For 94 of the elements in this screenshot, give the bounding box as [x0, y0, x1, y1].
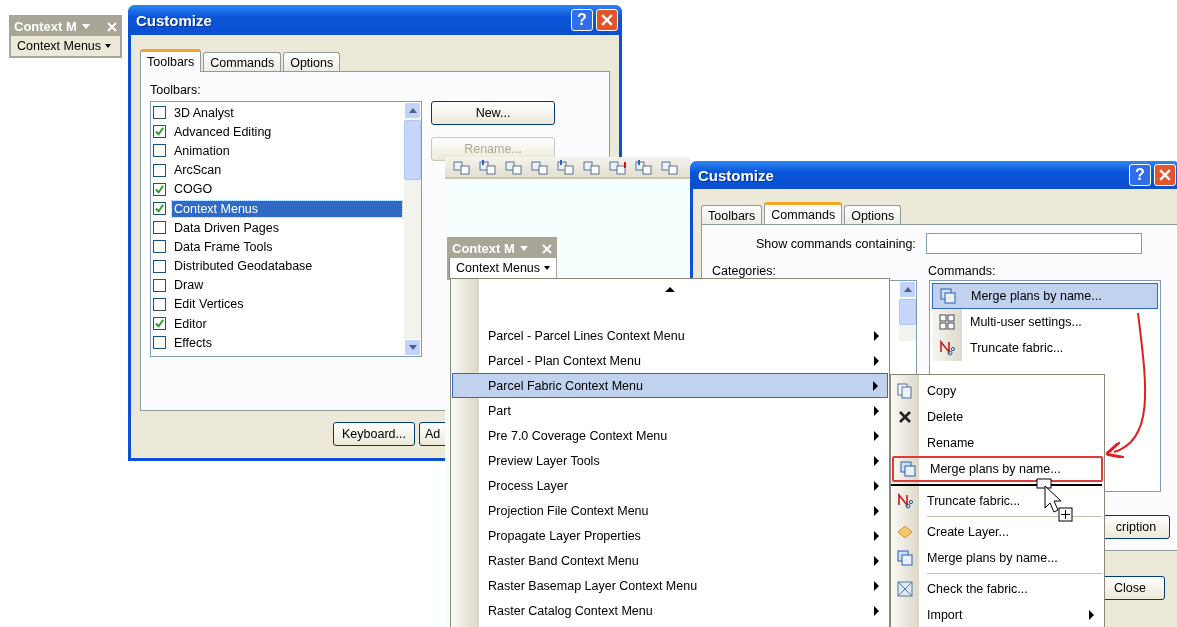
list-item[interactable]: COGO: [172, 181, 402, 198]
dialog-button[interactable]: Keyboard...: [333, 422, 415, 446]
menu-item[interactable]: Raster Catalog Context Menu: [452, 598, 888, 623]
scrollbar[interactable]: [899, 281, 916, 341]
menu-item[interactable]: Parcel Fabric Context Menu: [452, 373, 888, 398]
documents-icon[interactable]: [661, 159, 679, 175]
close-button[interactable]: [1154, 164, 1176, 186]
scrollbar[interactable]: [404, 102, 421, 356]
tab[interactable]: Options: [844, 205, 902, 224]
diamond-icon: [897, 524, 913, 540]
list-item[interactable]: Editor: [172, 315, 402, 332]
list-item[interactable]: Animation: [172, 142, 402, 159]
toolbar-title: Context M: [14, 19, 77, 34]
documents-icon[interactable]: [609, 159, 627, 175]
close-icon: [601, 14, 613, 26]
command-item[interactable]: Truncate fabric...: [932, 335, 1158, 361]
search-label: Show commands containing:: [756, 236, 916, 251]
context-menus-button[interactable]: Context Menus: [449, 258, 557, 278]
documents-icon[interactable]: [583, 159, 601, 175]
checkbox[interactable]: [153, 106, 166, 120]
x-icon: [897, 409, 913, 425]
menu-item[interactable]: Truncate fabric...: [891, 488, 1104, 514]
command-item[interactable]: Multi-user settings...: [932, 309, 1158, 335]
checkbox[interactable]: [153, 125, 166, 139]
menu-item[interactable]: Raster Basemap Layer Context Menu: [452, 573, 888, 598]
categories-label: Categories:: [712, 264, 777, 278]
tab[interactable]: Commands: [764, 202, 843, 225]
close-icon: [1159, 169, 1171, 181]
list-item[interactable]: Advanced Editing: [172, 123, 402, 140]
stacked-squares-icon: [897, 550, 913, 566]
scroll-up-arrow[interactable]: [665, 287, 675, 292]
window-title: Customize: [698, 166, 775, 184]
window-title: Customize: [136, 11, 213, 29]
list-item[interactable]: Draw: [172, 277, 402, 294]
documents-icon[interactable]: [557, 159, 575, 175]
checkbox[interactable]: [153, 163, 166, 177]
checkbox[interactable]: [153, 259, 166, 273]
documents-icon[interactable]: [531, 159, 549, 175]
tab[interactable]: Toolbars: [701, 205, 763, 224]
checkbox[interactable]: [153, 182, 166, 196]
list-item[interactable]: ArcScan: [172, 162, 402, 179]
menu-item[interactable]: Parcel - Parcel Lines Context Menu: [452, 323, 888, 348]
documents-icon[interactable]: [505, 159, 523, 175]
checkbox[interactable]: [153, 144, 166, 158]
menu-item[interactable]: Process Layer: [452, 473, 888, 498]
dialog-button[interactable]: New...: [431, 101, 555, 125]
command-item[interactable]: Merge plans by name...: [932, 283, 1158, 309]
menu-item[interactable]: Delete: [891, 404, 1104, 430]
documents-icon[interactable]: [453, 159, 471, 175]
menu-item[interactable]: Copy: [891, 378, 1104, 404]
checkbox[interactable]: [153, 240, 166, 254]
checkbox[interactable]: [153, 336, 166, 350]
list-item[interactable]: Context Menus: [172, 200, 402, 217]
list-item[interactable]: Effects: [172, 334, 402, 351]
menu-item[interactable]: Parcel - Plan Context Menu: [452, 348, 888, 373]
menu-item[interactable]: Preview Layer Tools: [452, 448, 888, 473]
dialog-button[interactable]: cription: [1102, 515, 1170, 539]
tab[interactable]: Options: [283, 52, 341, 71]
close-button[interactable]: [596, 9, 618, 31]
list-item[interactable]: Distributed Geodatabase: [172, 258, 402, 275]
menu-item[interactable]: Part: [452, 398, 888, 423]
checkbox[interactable]: [153, 317, 166, 331]
tab[interactable]: Commands: [203, 52, 282, 71]
help-button[interactable]: ?: [571, 9, 593, 31]
checkbox[interactable]: [153, 278, 166, 292]
documents-icon[interactable]: [635, 159, 653, 175]
list-item[interactable]: Data Driven Pages: [172, 219, 402, 236]
list-label: Toolbars:: [150, 83, 202, 97]
tab[interactable]: Toolbars: [140, 49, 202, 72]
list-item[interactable]: Edit Vertices: [172, 296, 402, 313]
list-item[interactable]: 3D Analyst: [172, 104, 402, 121]
scissors-icon: [939, 340, 955, 356]
list-item[interactable]: Data Frame Tools: [172, 238, 402, 255]
copy-icon: [897, 383, 913, 399]
toolbar-title: Context M: [452, 241, 515, 256]
drag-cursor-drawing: [1035, 478, 1075, 523]
scissors-icon: [897, 493, 913, 509]
menu-item[interactable]: Merge plans by name...: [892, 456, 1103, 482]
checkbox[interactable]: [153, 297, 166, 311]
help-button[interactable]: ?: [1129, 164, 1151, 186]
menu-item[interactable]: Import: [891, 602, 1104, 627]
menu-item[interactable]: Raster Band Context Menu: [452, 548, 888, 573]
menu-item[interactable]: Create Layer...: [891, 519, 1104, 545]
documents-icon[interactable]: [479, 159, 497, 175]
menu-item[interactable]: Merge plans by name...: [891, 545, 1104, 571]
stacked-squares-icon: [900, 461, 916, 477]
menu-item[interactable]: Rename: [891, 430, 1104, 456]
menu-item[interactable]: Projection File Context Menu: [452, 498, 888, 523]
menu-item[interactable]: Propagate Layer Properties: [452, 523, 888, 548]
stacked-squares-icon: [940, 288, 956, 304]
checkbox[interactable]: [153, 221, 166, 235]
checkbox[interactable]: [153, 202, 166, 216]
commands-label: Commands:: [928, 264, 996, 278]
search-field[interactable]: [925, 233, 1142, 254]
